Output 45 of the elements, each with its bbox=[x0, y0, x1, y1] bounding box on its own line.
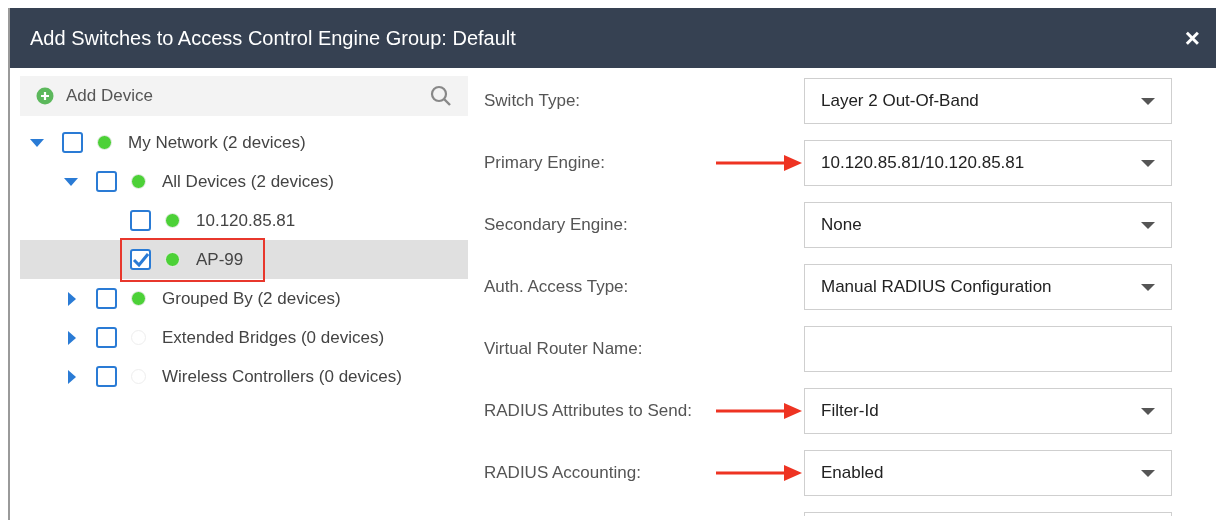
checkbox[interactable] bbox=[96, 288, 117, 309]
checkbox[interactable] bbox=[96, 366, 117, 387]
checkbox[interactable] bbox=[96, 171, 117, 192]
tree-item-label[interactable]: All Devices (2 devices) bbox=[162, 168, 334, 195]
input-field[interactable] bbox=[804, 326, 1172, 372]
caret-down-icon bbox=[1141, 283, 1155, 291]
caret-down-icon bbox=[1141, 97, 1155, 105]
caret-right-icon[interactable] bbox=[68, 369, 76, 384]
checkbox[interactable] bbox=[130, 249, 151, 270]
caret-down-icon bbox=[1141, 221, 1155, 229]
field-label: RADIUS Attributes to Send: bbox=[484, 401, 692, 421]
checkbox[interactable] bbox=[130, 210, 151, 231]
caret-down-icon[interactable] bbox=[64, 177, 78, 186]
field-label: Virtual Router Name: bbox=[484, 339, 643, 359]
tree-item-label[interactable]: My Network (2 devices) bbox=[128, 129, 306, 156]
checkbox[interactable] bbox=[62, 132, 83, 153]
field-label: Primary Engine: bbox=[484, 153, 605, 173]
field-label: RADIUS Accounting: bbox=[484, 463, 641, 483]
field-label: Secondary Engine: bbox=[484, 215, 628, 235]
dropdown[interactable]: Manual RADIUS Configuration bbox=[804, 264, 1172, 310]
checkbox[interactable] bbox=[96, 327, 117, 348]
tree-item-label[interactable]: 10.120.85.81 bbox=[196, 207, 296, 234]
tree-item-label[interactable]: Grouped By (2 devices) bbox=[162, 285, 341, 312]
tree-item-label[interactable]: Extended Bridges (0 devices) bbox=[162, 324, 385, 351]
caret-down-icon bbox=[1141, 159, 1155, 167]
search-icon[interactable] bbox=[430, 85, 452, 107]
caret-down-icon bbox=[1141, 469, 1155, 477]
dropdown[interactable]: 10.120.85.81/10.120.85.81 bbox=[804, 140, 1172, 186]
caret-down-icon[interactable] bbox=[30, 138, 44, 147]
caret-right-icon[interactable] bbox=[68, 330, 76, 345]
input-field[interactable] bbox=[804, 512, 1172, 516]
field-label: Auth. Access Type: bbox=[484, 277, 629, 297]
dropdown[interactable]: Layer 2 Out-Of-Band bbox=[804, 78, 1172, 124]
dialog-title: Add Switches to Access Control Engine Group: Default bbox=[30, 26, 516, 51]
tree-item-label[interactable]: AP-99 bbox=[196, 246, 244, 273]
dropdown[interactable]: Enabled bbox=[804, 450, 1172, 496]
caret-down-icon bbox=[1141, 407, 1155, 415]
close-button[interactable]: × bbox=[1184, 25, 1200, 51]
tree-item-label[interactable]: Wireless Controllers (0 devices) bbox=[162, 363, 402, 390]
dropdown[interactable]: None bbox=[804, 202, 1172, 248]
caret-right-icon[interactable] bbox=[68, 291, 76, 306]
dropdown[interactable]: Filter-Id bbox=[804, 388, 1172, 434]
add-device-button[interactable]: Add Device bbox=[36, 83, 153, 109]
plus-circle-icon bbox=[36, 87, 54, 105]
field-label: Switch Type: bbox=[484, 91, 581, 111]
